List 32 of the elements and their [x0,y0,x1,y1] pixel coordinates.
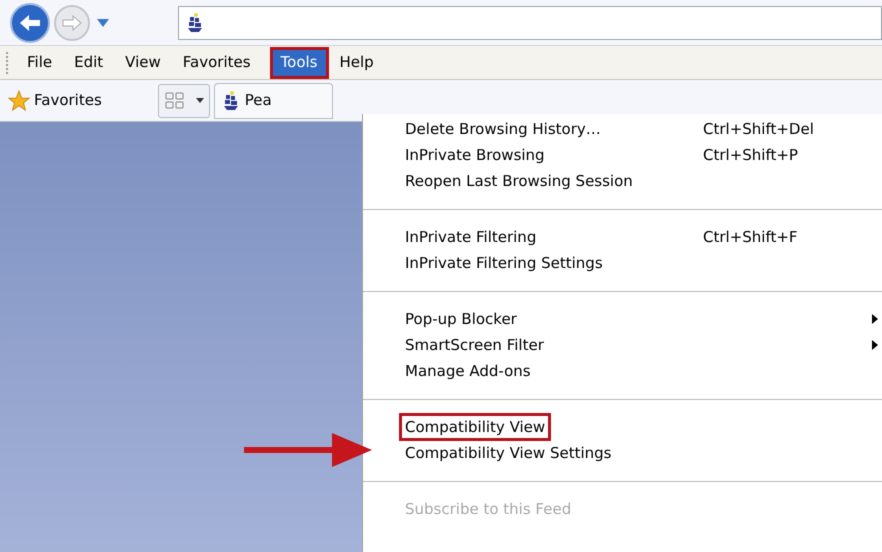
menu-item[interactable]: Delete Browsing History… Ctrl+Shift+Del [363,116,882,142]
right-arrow-icon [62,14,82,30]
menu-bar-item[interactable]: Help [328,46,385,78]
menu-bar-item[interactable]: File [16,46,64,78]
site-favicon [222,90,239,110]
submenu-arrow-icon [872,340,878,350]
star-icon [8,90,30,112]
submenu-arrow-icon [872,314,878,324]
menu-bar-item[interactable]: Favorites [172,46,262,78]
grid-icon [164,92,185,110]
menu-item[interactable]: Pop-up Blocker [363,306,882,332]
left-arrow-icon [19,14,41,32]
site-favicon [187,12,203,32]
menu-item[interactable]: InPrivate Filtering Settings [363,250,882,276]
browser-tab[interactable]: Pea [214,82,333,118]
menu-item[interactable]: Compatibility View [363,414,882,440]
back-button[interactable] [10,2,50,42]
menu-item[interactable]: Reopen Last Browsing Session [363,168,882,194]
caret-icon [196,98,204,103]
menu-bar-item[interactable]: Edit [63,46,114,78]
menu-item[interactable]: SmartScreen Filter [363,332,882,358]
menu-item[interactable]: Compatibility View Settings [363,440,882,466]
address-field[interactable] [178,6,882,40]
forward-button[interactable] [54,4,90,40]
menu-item[interactable]: InPrivate Browsing Ctrl+Shift+P [363,142,882,168]
favorites-button[interactable]: Favorites [8,89,102,112]
caret-icon [97,18,109,26]
menu-item[interactable]: InPrivate Filtering Ctrl+Shift+F [363,224,882,250]
menu-item[interactable]: Manage Add-ons [363,358,882,384]
quick-tabs-button[interactable] [158,84,210,118]
menu-bar-item[interactable]: View [114,46,172,78]
menu-bar-item[interactable]: Tools [270,46,328,78]
